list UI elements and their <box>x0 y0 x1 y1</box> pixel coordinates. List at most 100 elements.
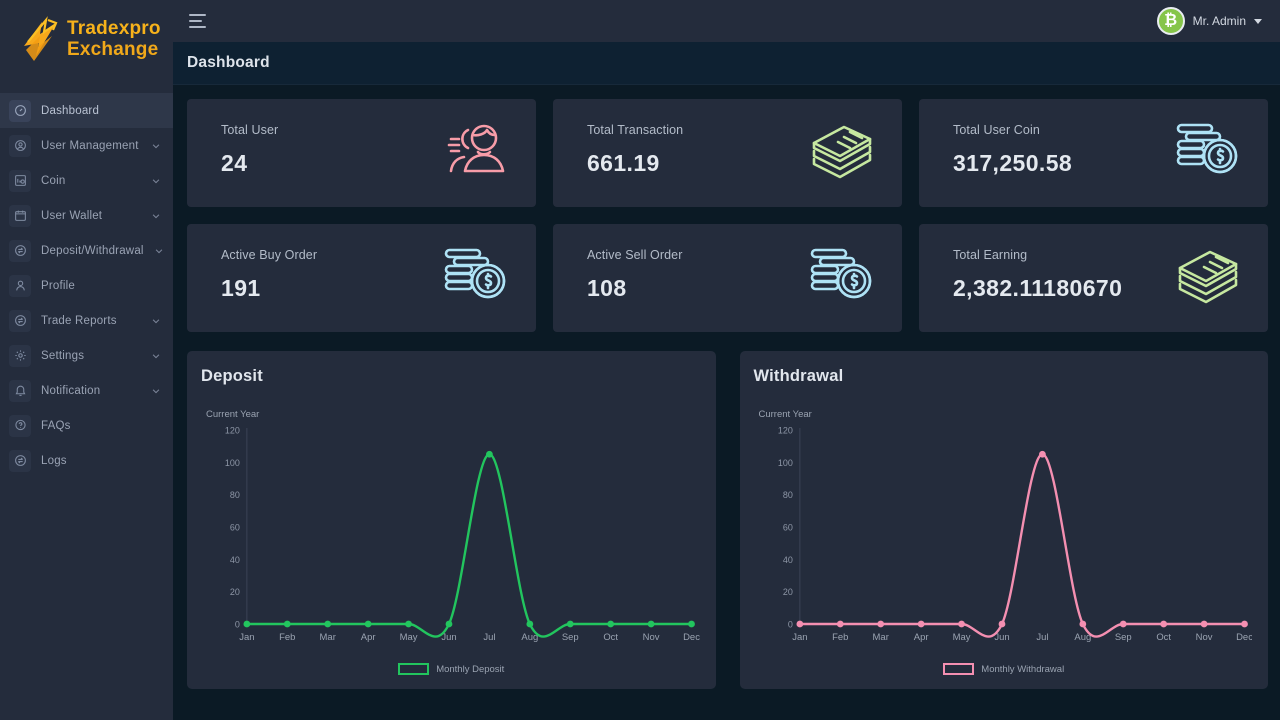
svg-text:Mar: Mar <box>320 632 336 643</box>
svg-text:Nov: Nov <box>643 632 660 643</box>
stat-label: Active Sell Order <box>587 248 682 262</box>
svg-text:0: 0 <box>787 619 792 629</box>
app-root: Tradexpro Exchange Dashboard User Manage… <box>0 0 1280 720</box>
chevron-down-icon[interactable] <box>151 316 161 326</box>
stat-value: 317,250.58 <box>953 150 1072 177</box>
charts-row: Deposit Current Year 020406080100120JanF… <box>187 351 1268 689</box>
chevron-down-icon[interactable] <box>151 386 161 396</box>
chevron-down-icon[interactable] <box>151 211 161 221</box>
stat-value: 24 <box>221 150 278 177</box>
brand-logo[interactable]: Tradexpro Exchange <box>0 0 173 79</box>
sidebar-item-profile[interactable]: Profile <box>0 268 173 303</box>
legend-swatch <box>943 663 974 675</box>
svg-text:120: 120 <box>225 425 240 435</box>
svg-text:May: May <box>952 632 970 643</box>
wallet-icon <box>9 205 31 227</box>
exchange-icon <box>9 450 31 472</box>
sidebar-item-faqs[interactable]: FAQs <box>0 408 173 443</box>
chart-legend: Monthly Deposit <box>187 663 716 675</box>
legend-label: Monthly Withdrawal <box>981 664 1064 675</box>
page-title: Dashboard <box>187 54 270 72</box>
chevron-down-icon[interactable] <box>1254 19 1262 24</box>
sidebar-item-deposit-withdrawal[interactable]: Deposit/Withdrawal <box>0 233 173 268</box>
coins-icon <box>804 244 880 306</box>
chevron-down-icon[interactable] <box>151 351 161 361</box>
bell-icon <box>9 380 31 402</box>
dashboard-content: Total User 24 <box>173 85 1280 720</box>
sidebar-label: User Wallet <box>41 210 141 222</box>
chart-subtitle: Current Year <box>206 409 700 420</box>
legend-swatch <box>398 663 429 675</box>
svg-text:40: 40 <box>782 555 792 565</box>
chevron-down-icon[interactable] <box>151 141 161 151</box>
legend-label: Monthly Deposit <box>436 664 504 675</box>
sidebar-item-trade-reports[interactable]: Trade Reports <box>0 303 173 338</box>
lightning-arrow-logo-icon <box>18 16 60 64</box>
chart-card-withdrawal: Withdrawal Current Year 020406080100120J… <box>740 351 1269 689</box>
chart-legend: Monthly Withdrawal <box>740 663 1269 675</box>
money-icon <box>804 119 880 181</box>
svg-text:May: May <box>400 632 418 643</box>
svg-text:0: 0 <box>235 619 240 629</box>
chevron-down-icon[interactable] <box>154 246 164 256</box>
question-icon <box>9 415 31 437</box>
user-name: Mr. Admin <box>1193 14 1246 28</box>
user-menu[interactable]: ₿ Mr. Admin <box>1157 7 1262 35</box>
money-icon <box>1170 244 1246 306</box>
coin-chart-icon <box>9 170 31 192</box>
sidebar-item-settings[interactable]: Settings <box>0 338 173 373</box>
sidebar-nav: Dashboard User Management Coin <box>0 79 173 478</box>
chevron-down-icon[interactable] <box>151 176 161 186</box>
sidebar-item-coin[interactable]: Coin <box>0 163 173 198</box>
sidebar-label: Profile <box>41 280 161 292</box>
main-area: ₿ Mr. Admin Dashboard Total User 24 <box>173 0 1280 720</box>
stat-label: Total User <box>221 123 278 137</box>
bitcoin-icon: ₿ <box>1157 7 1185 35</box>
exchange-icon <box>9 240 31 262</box>
svg-text:Mar: Mar <box>872 632 888 643</box>
svg-text:20: 20 <box>782 587 792 597</box>
svg-text:Jul: Jul <box>1036 632 1048 643</box>
sidebar-label: Trade Reports <box>41 315 141 327</box>
sidebar: Tradexpro Exchange Dashboard User Manage… <box>0 0 173 720</box>
stat-card-total-user: Total User 24 <box>187 99 536 207</box>
stat-label: Total Transaction <box>587 123 683 137</box>
svg-text:40: 40 <box>230 555 240 565</box>
chart-subtitle: Current Year <box>759 409 1253 420</box>
stat-card-active-buy-order: Active Buy Order 191 <box>187 224 536 332</box>
sidebar-label: FAQs <box>41 420 161 432</box>
brand-line2: Exchange <box>67 40 161 61</box>
user-circle-icon <box>9 135 31 157</box>
gear-icon <box>9 345 31 367</box>
chart-card-deposit: Deposit Current Year 020406080100120JanF… <box>187 351 716 689</box>
sidebar-item-dashboard[interactable]: Dashboard <box>0 93 173 128</box>
sidebar-label: User Management <box>41 140 141 152</box>
coins-icon <box>438 244 514 306</box>
chart-title: Deposit <box>201 367 700 386</box>
topbar: ₿ Mr. Admin <box>173 0 1280 42</box>
svg-text:Dec: Dec <box>1236 632 1252 643</box>
svg-text:120: 120 <box>777 425 792 435</box>
svg-text:80: 80 <box>230 490 240 500</box>
svg-text:Jan: Jan <box>792 632 807 643</box>
page-header: Dashboard <box>173 42 1280 85</box>
svg-text:Apr: Apr <box>913 632 928 643</box>
stat-value: 108 <box>587 275 682 302</box>
stat-cards: Total User 24 <box>187 99 1268 332</box>
withdrawal-line-chart: 020406080100120JanFebMarAprMayJunJulAugS… <box>754 422 1253 660</box>
sidebar-label: Dashboard <box>41 105 161 117</box>
sidebar-item-user-wallet[interactable]: User Wallet <box>0 198 173 233</box>
brand-text: Tradexpro Exchange <box>67 19 161 60</box>
brand-line1: Tradexpro <box>67 19 161 40</box>
sidebar-item-notification[interactable]: Notification <box>0 373 173 408</box>
stat-label: Total Earning <box>953 248 1122 262</box>
sidebar-item-logs[interactable]: Logs <box>0 443 173 478</box>
svg-text:Apr: Apr <box>361 632 376 643</box>
stat-value: 661.19 <box>587 150 683 177</box>
stat-card-total-transaction: Total Transaction 661.19 <box>553 99 902 207</box>
sidebar-item-user-management[interactable]: User Management <box>0 128 173 163</box>
sidebar-label: Deposit/Withdrawal <box>41 245 144 257</box>
svg-text:80: 80 <box>782 490 792 500</box>
hamburger-icon[interactable] <box>187 10 208 32</box>
svg-text:Sep: Sep <box>562 632 579 643</box>
